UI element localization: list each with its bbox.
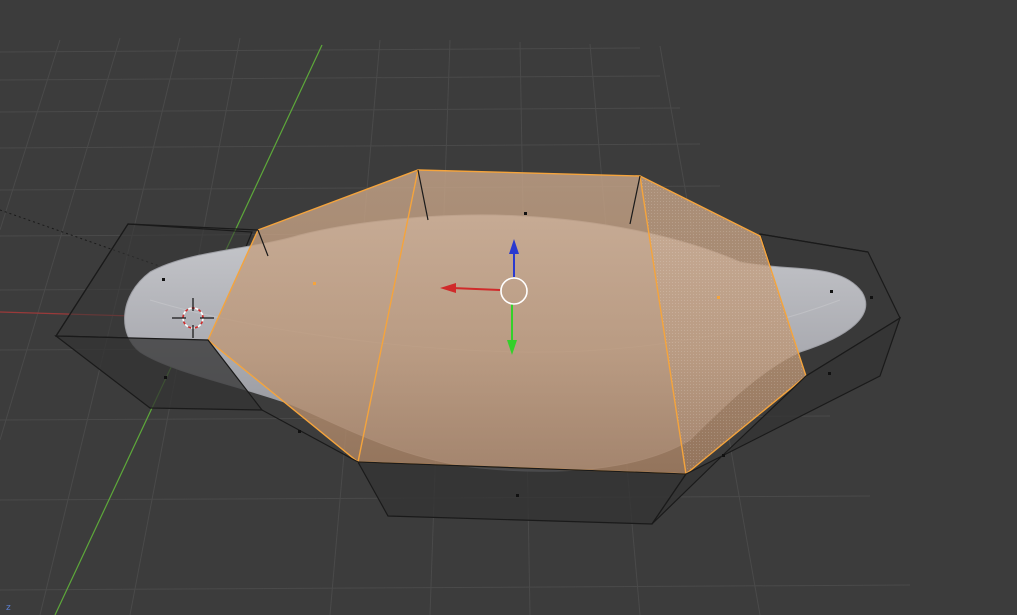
viewport-scene[interactable] [0, 0, 1017, 615]
selected-faces [207, 169, 807, 475]
3d-viewport[interactable]: z [0, 0, 1017, 615]
axis-corner-label: z [6, 603, 11, 613]
